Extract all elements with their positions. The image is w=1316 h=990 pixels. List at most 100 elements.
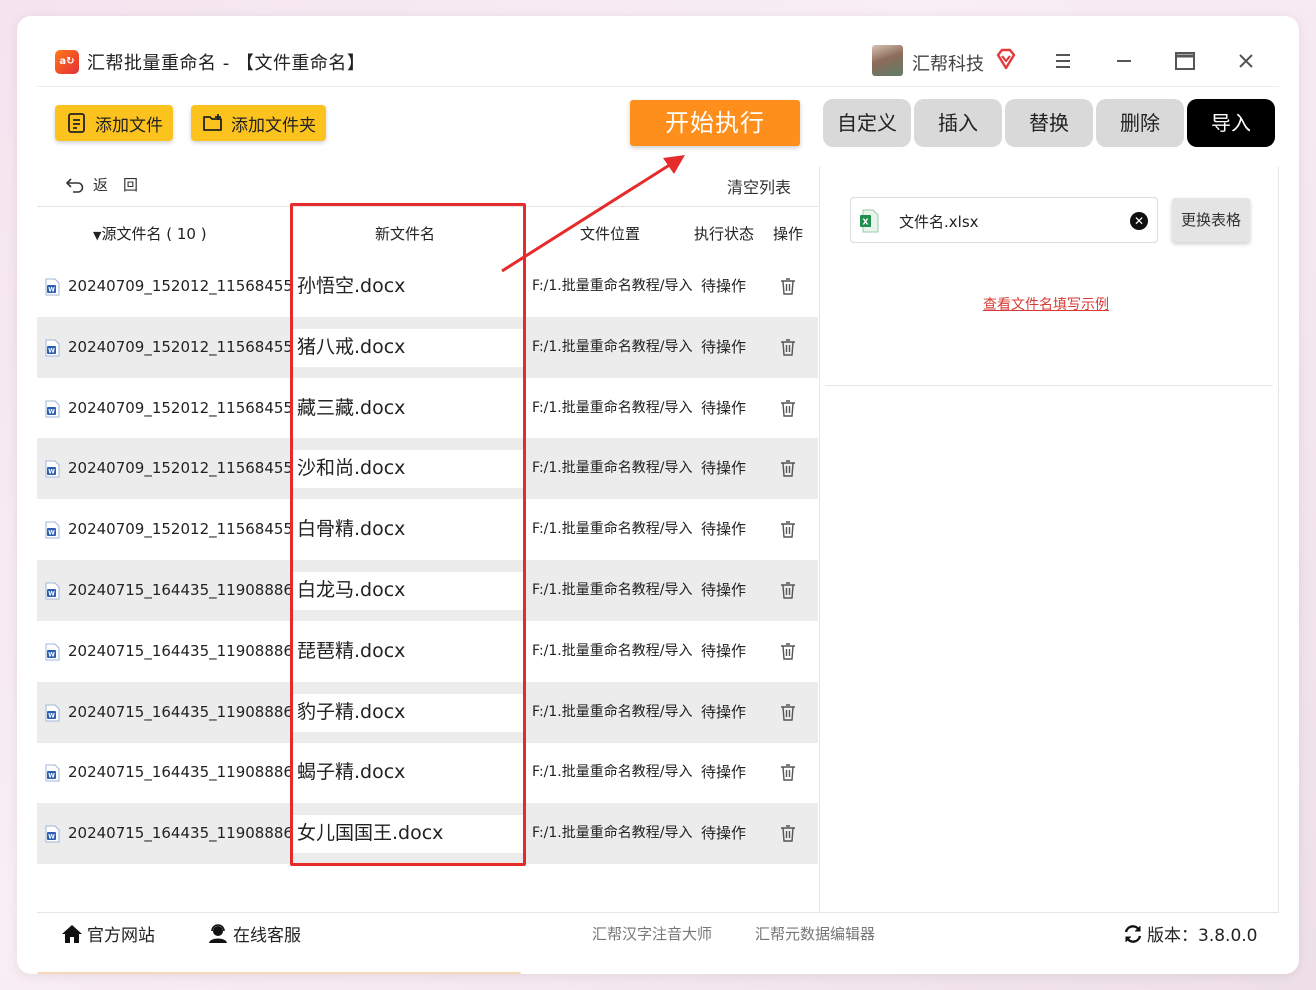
source-file-name: 20240715_164435_119088861 [68, 641, 303, 660]
trash-icon[interactable] [780, 642, 796, 660]
execution-status: 待操作 [701, 398, 747, 417]
word-file-icon: W [45, 582, 60, 600]
home-icon [62, 924, 82, 943]
execution-status: 待操作 [701, 824, 747, 843]
official-website-label: 官方网站 [87, 926, 155, 946]
file-location: F:/1.批量重命名教程/导入 [532, 460, 692, 477]
svg-text:W: W [48, 591, 55, 598]
user-name[interactable]: 汇帮科技 [912, 50, 984, 76]
new-name-highlight-box [290, 203, 526, 866]
svg-text:W: W [48, 712, 55, 719]
app-window: a↻ 汇帮批量重命名 - 【文件重命名】 汇帮科技 添加文件 添加文件夹 开始执… [17, 16, 1299, 974]
svg-text:W: W [48, 834, 55, 841]
file-location: F:/1.批量重命名教程/导入 [532, 703, 692, 720]
title-bar: a↻ 汇帮批量重命名 - 【文件重命名】 汇帮科技 [17, 16, 1299, 86]
source-file-name: 20240715_164435_119088861 [68, 763, 303, 782]
add-folder-label: 添加文件夹 [231, 115, 316, 136]
back-button[interactable]: 返 回 [65, 174, 138, 195]
trash-icon[interactable] [780, 520, 796, 538]
back-arrow-icon [65, 177, 84, 193]
close-icon[interactable] [1231, 46, 1261, 76]
execution-status: 待操作 [701, 702, 747, 721]
trash-icon[interactable] [780, 824, 796, 842]
official-website-link[interactable]: 官方网站 [61, 921, 155, 946]
refresh-icon [1124, 924, 1142, 943]
execution-status: 待操作 [701, 337, 747, 356]
word-file-icon: W [45, 278, 60, 296]
add-file-button[interactable]: 添加文件 [55, 105, 173, 141]
add-folder-icon [203, 114, 222, 131]
version-info[interactable]: 版本：3.8.0.0 [1123, 921, 1257, 946]
trash-icon[interactable] [780, 338, 796, 356]
source-file-name: 20240709_152012_115684555 [68, 337, 303, 356]
word-file-icon: W [45, 460, 60, 478]
trash-icon[interactable] [780, 277, 796, 295]
execution-status: 待操作 [701, 581, 747, 599]
maximize-icon[interactable] [1170, 46, 1200, 76]
column-header-action: 操作 [773, 225, 804, 243]
execution-status: 待操作 [701, 641, 747, 660]
svg-text:W: W [48, 347, 55, 354]
start-execute-button[interactable]: 开始执行 [630, 100, 800, 146]
import-panel [819, 166, 1279, 913]
trash-icon[interactable] [780, 581, 796, 599]
tab-insert[interactable]: 插入 [914, 99, 1002, 147]
execution-status: 待操作 [701, 459, 747, 478]
add-file-label: 添加文件 [95, 115, 163, 136]
example-link[interactable]: 查看文件名填写示例 [983, 294, 1109, 314]
vip-diamond-icon[interactable] [994, 47, 1018, 71]
source-file-name: 20240709_152012_115684555 [68, 398, 303, 417]
file-location: F:/1.批量重命名教程/导入 [532, 764, 692, 781]
column-header-source[interactable]: ▼源文件名 ( 10 ) [93, 223, 207, 244]
support-icon [209, 923, 227, 943]
trash-icon[interactable] [780, 459, 796, 478]
clear-list-button[interactable]: 清空列表 [727, 174, 791, 198]
file-location: F:/1.批量重命名教程/导入 [532, 825, 692, 842]
back-label: 返 回 [93, 176, 139, 194]
add-file-icon [68, 113, 85, 133]
right-panel-divider [825, 385, 1273, 386]
footer-divider [37, 912, 1279, 913]
tab-import[interactable]: 导入 [1187, 99, 1275, 147]
svg-text:W: W [48, 469, 55, 476]
word-file-icon: W [45, 643, 60, 661]
selected-spreadsheet-chip: X 文件名.xlsx ✕ [850, 197, 1158, 243]
trash-icon[interactable] [780, 399, 796, 417]
execution-status: 待操作 [701, 520, 747, 539]
replace-spreadsheet-button[interactable]: 更换表格 [1172, 198, 1250, 242]
tab-delete[interactable]: 删除 [1096, 99, 1184, 147]
svg-text:W: W [48, 408, 55, 415]
file-location: F:/1.批量重命名教程/导入 [532, 338, 692, 355]
svg-text:W: W [48, 287, 55, 294]
user-avatar[interactable] [872, 45, 903, 76]
svg-text:X: X [862, 218, 869, 227]
word-file-icon: W [45, 764, 60, 782]
version-label: 版本：3.8.0.0 [1147, 926, 1258, 946]
file-location: F:/1.批量重命名教程/导入 [532, 582, 692, 598]
app-logo: a↻ [55, 50, 79, 74]
file-location: F:/1.批量重命名教程/导入 [532, 521, 692, 538]
excel-file-icon: X [860, 209, 879, 233]
online-support-link[interactable]: 在线客服 [207, 921, 301, 946]
trash-icon[interactable] [780, 763, 796, 782]
hanzi-pinyin-link[interactable]: 汇帮汉字注音大师 [592, 923, 712, 944]
word-file-icon: W [45, 825, 60, 843]
annotation-arrow [501, 155, 685, 273]
source-file-name: 20240715_164435_119088861 [68, 702, 303, 721]
add-folder-button[interactable]: 添加文件夹 [191, 105, 326, 141]
word-file-icon: W [45, 339, 60, 357]
source-file-name: 20240715_164435_119088861 [68, 824, 303, 843]
minimize-icon[interactable] [1109, 46, 1139, 76]
source-file-name: 20240709_152012_115684555 [68, 520, 303, 539]
tab-replace[interactable]: 替换 [1005, 99, 1093, 147]
source-file-name: 20240709_152012_115684555 [68, 277, 303, 295]
app-title: 汇帮批量重命名 - 【文件重命名】 [87, 53, 366, 74]
metadata-editor-link[interactable]: 汇帮元数据编辑器 [755, 923, 875, 944]
trash-icon[interactable] [780, 703, 796, 721]
tab-custom[interactable]: 自定义 [823, 99, 911, 147]
source-file-name: 20240709_152012_115684555 [68, 459, 303, 478]
file-location: F:/1.批量重命名教程/导入 [532, 642, 692, 659]
remove-file-icon[interactable]: ✕ [1130, 212, 1148, 230]
menu-icon[interactable] [1048, 46, 1078, 76]
svg-text:W: W [48, 530, 55, 537]
